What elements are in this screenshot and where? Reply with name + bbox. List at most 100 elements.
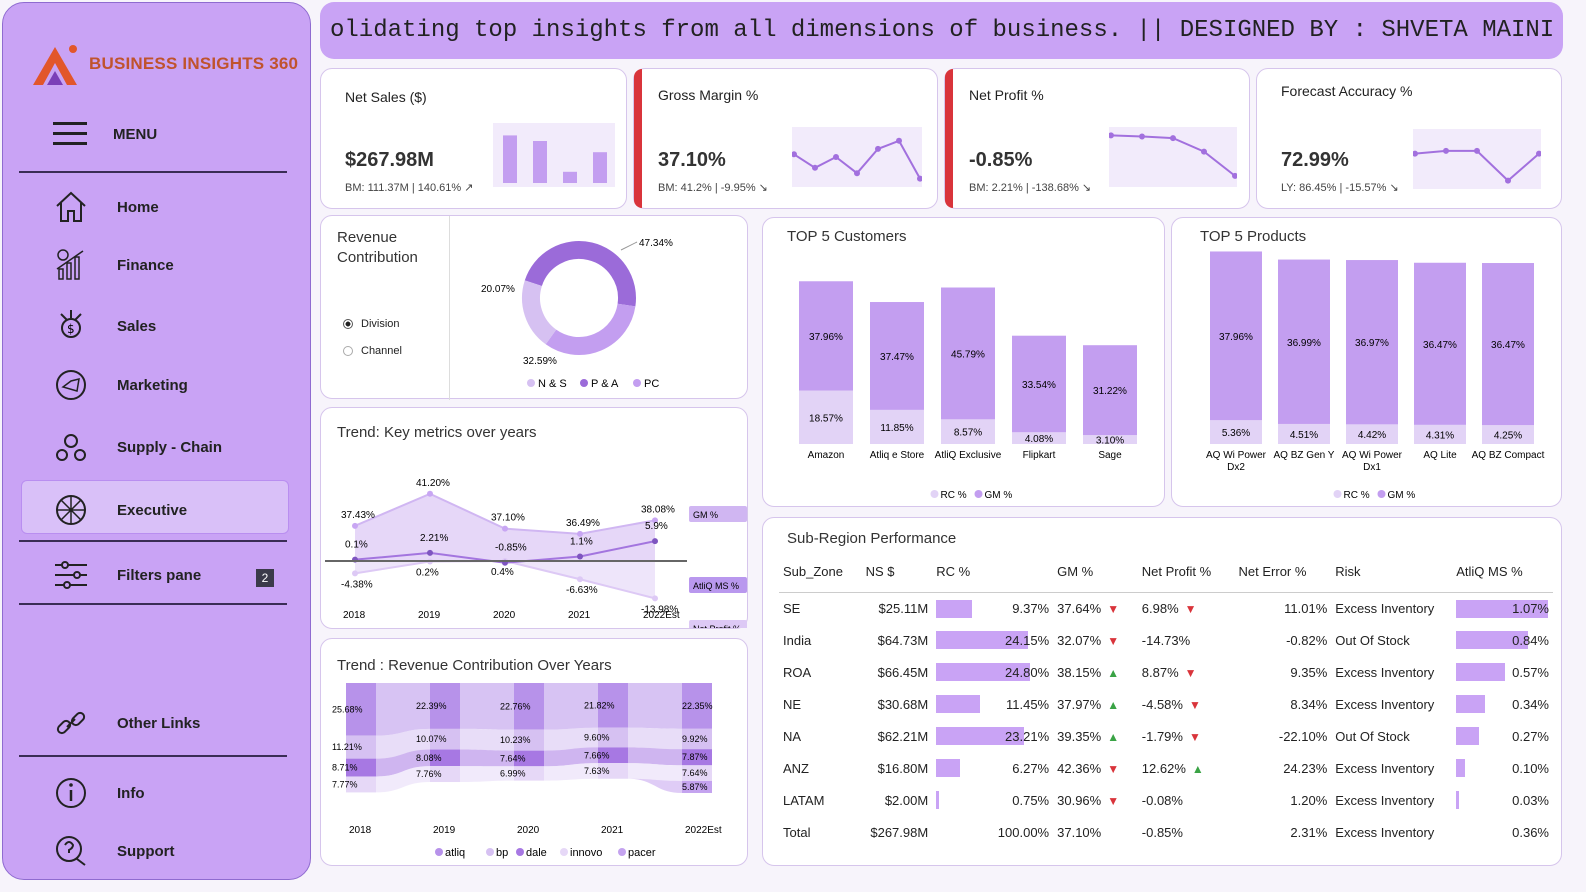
nav-sales[interactable]: $ Sales bbox=[53, 306, 283, 346]
ms-label: 5.9% bbox=[645, 521, 668, 532]
nav-supply-chain-label: Supply - Chain bbox=[117, 438, 222, 456]
bar-label-rc: 4.51% bbox=[1290, 430, 1318, 441]
nav-home[interactable]: Home bbox=[53, 187, 283, 227]
kpi-net-sales[interactable]: Net Sales ($) $267.98M BM: 111.37M | 140… bbox=[320, 68, 627, 209]
cell-np: 8.87% ▼ bbox=[1138, 656, 1235, 688]
bar-label-gm: 37.96% bbox=[809, 332, 843, 343]
col-header[interactable]: Net Profit % bbox=[1137, 552, 1235, 593]
cell-zone-text: NA bbox=[783, 728, 802, 744]
cell-zone-text: NE bbox=[783, 696, 802, 712]
filters-icon bbox=[55, 561, 87, 589]
cell-risk-text: Out Of Stock bbox=[1335, 632, 1410, 648]
cell-gm: 30.96% ▼ bbox=[1053, 784, 1138, 816]
cell-rc: 11.45% bbox=[932, 688, 1053, 720]
col-header[interactable]: GM % bbox=[1053, 552, 1138, 593]
table-row[interactable]: ROA $66.45M 24.80% 38.15% ▲ 8.87% ▼ 9.35% Excess… bbox=[779, 656, 1553, 688]
cell-np-text: 8.87% bbox=[1141, 664, 1179, 680]
down-arrow-icon: ▼ bbox=[1188, 729, 1201, 744]
table-row[interactable]: NE $30.68M 11.45% 37.97% ▲ -4.58% ▼ 8.34% Excess… bbox=[779, 688, 1553, 720]
cell-ns: $66.45M bbox=[862, 656, 933, 688]
col-header[interactable]: AtliQ MS % bbox=[1452, 552, 1553, 593]
bar-label: 10.07% bbox=[416, 734, 447, 744]
kpi-gross-margin[interactable]: Gross Margin % 37.10% BM: 41.2% | -9.95%… bbox=[633, 68, 938, 209]
nav-info[interactable]: Info bbox=[53, 773, 283, 813]
nav-filters[interactable]: Filters pane bbox=[53, 555, 283, 595]
cell-ns: $64.73M bbox=[862, 624, 933, 656]
nav-supply-chain[interactable]: Supply - Chain bbox=[53, 427, 283, 467]
col-header[interactable]: Sub_Zone bbox=[779, 552, 862, 593]
col-header[interactable]: RC % bbox=[932, 552, 1054, 593]
bar-label: 22.35% bbox=[682, 701, 713, 711]
legend-dot bbox=[486, 848, 494, 856]
cell-ne-text: 9.35% bbox=[1290, 664, 1328, 680]
cell-ne-text: 1.20% bbox=[1290, 792, 1328, 808]
table-row[interactable]: SE $25.11M 9.37% 37.64% ▼ 6.98% ▼ 11.01% Excess … bbox=[779, 592, 1553, 624]
kpi-forecast-accuracy[interactable]: Forecast Accuracy % 72.99% LY: 86.45% | … bbox=[1256, 68, 1562, 209]
kpi-net-profit[interactable]: Net Profit % -0.85% BM: 2.21% | -138.68%… bbox=[944, 68, 1250, 209]
kpi-benchmark: BM: 41.2% | -9.95% ↘ bbox=[658, 182, 768, 194]
menu-toggle[interactable]: MENU bbox=[53, 121, 157, 147]
col-header[interactable]: Net Error % bbox=[1234, 552, 1332, 593]
kpi-value: 37.10% bbox=[658, 149, 726, 171]
kpi-title: Gross Margin % bbox=[658, 87, 759, 103]
cell-ns-text: $66.45M bbox=[877, 664, 929, 680]
ms-point bbox=[577, 553, 583, 560]
bar-label-gm: 36.97% bbox=[1355, 338, 1389, 349]
spark-point bbox=[812, 164, 818, 171]
total-ms: 0.36% bbox=[1452, 816, 1553, 848]
cell-zone: India bbox=[779, 624, 862, 656]
nav-executive-content[interactable]: Executive bbox=[53, 490, 283, 530]
legend-dot bbox=[435, 848, 443, 856]
bar-label: 7.63% bbox=[584, 766, 610, 776]
cell-gm-text: 42.36% bbox=[1057, 760, 1102, 776]
ms-value: 0.57% bbox=[1512, 664, 1549, 680]
nav-finance[interactable]: Finance bbox=[53, 245, 283, 285]
kpi-net-sales-sparkbars bbox=[493, 123, 615, 187]
col-header[interactable]: NS $ bbox=[861, 552, 933, 593]
total-rc-text: 100.00% bbox=[997, 824, 1050, 840]
legend-label: atliq bbox=[445, 847, 465, 859]
bar-label: 6.99% bbox=[500, 768, 526, 778]
cell-gm: 42.36% ▼ bbox=[1053, 752, 1138, 784]
nav-other-links[interactable]: Other Links bbox=[53, 703, 283, 743]
table-row[interactable]: LATAM $2.00M 0.75% 30.96% ▼ -0.08% 1.20% Excess… bbox=[779, 784, 1553, 816]
x-tick: AQ BZ Compact bbox=[1472, 450, 1545, 461]
cell-risk: Out Of Stock bbox=[1331, 720, 1452, 752]
cell-np: -4.58% ▼ bbox=[1138, 688, 1235, 720]
legend-label: GM % bbox=[693, 510, 718, 520]
spark-point bbox=[1170, 135, 1176, 142]
legend-dot bbox=[560, 848, 568, 856]
nav-finance-label: Finance bbox=[117, 256, 174, 274]
table-row[interactable]: ANZ $16.80M 6.27% 42.36% ▼ 12.62% ▲ 24.23% Exces… bbox=[779, 752, 1553, 784]
cell-np: -14.73% bbox=[1138, 624, 1235, 656]
rc-value: 0.75% bbox=[1012, 792, 1050, 808]
bar-label: 7.76% bbox=[416, 769, 442, 779]
nav-support[interactable]: Support bbox=[53, 831, 283, 871]
logo-text: BUSINESS INSIGHTS 360 bbox=[89, 54, 299, 73]
spark-bar bbox=[593, 152, 607, 183]
x-tick: 2022Est bbox=[685, 825, 722, 836]
radio-channel[interactable]: Channel bbox=[343, 345, 402, 357]
legend-label: dale bbox=[526, 847, 547, 859]
legend-label: PC bbox=[644, 378, 659, 390]
x-tick: Amazon bbox=[808, 450, 845, 461]
nav-marketing[interactable]: Marketing bbox=[53, 365, 283, 405]
ms-value: 0.84% bbox=[1512, 632, 1549, 648]
table-row[interactable]: NA $62.21M 23.21% 39.35% ▲ -1.79% ▼ -22.10% Out … bbox=[779, 720, 1553, 752]
table-row[interactable]: India $64.73M 24.15% 32.07% ▼ -14.73% -0.82% Ou… bbox=[779, 624, 1553, 656]
home-icon bbox=[56, 191, 86, 222]
col-header[interactable]: Risk bbox=[1331, 552, 1453, 593]
donut-label: 32.59% bbox=[523, 356, 557, 367]
menu-label: MENU bbox=[113, 125, 158, 143]
cell-rc: 0.75% bbox=[932, 784, 1053, 816]
x-tick: AQ Wi Power bbox=[1342, 450, 1403, 461]
total-ne-text: 2.31% bbox=[1290, 824, 1328, 840]
up-arrow-icon: ▲ bbox=[1107, 697, 1120, 712]
radio-empty-icon bbox=[343, 346, 353, 356]
legend-label: GM % bbox=[1388, 490, 1416, 501]
cell-ms: 0.10% bbox=[1452, 752, 1553, 784]
radio-division[interactable]: Division bbox=[343, 318, 400, 330]
cell-ns: $62.21M bbox=[862, 720, 933, 752]
np-point bbox=[352, 570, 358, 577]
kpi-np-sparkline bbox=[1109, 127, 1237, 187]
